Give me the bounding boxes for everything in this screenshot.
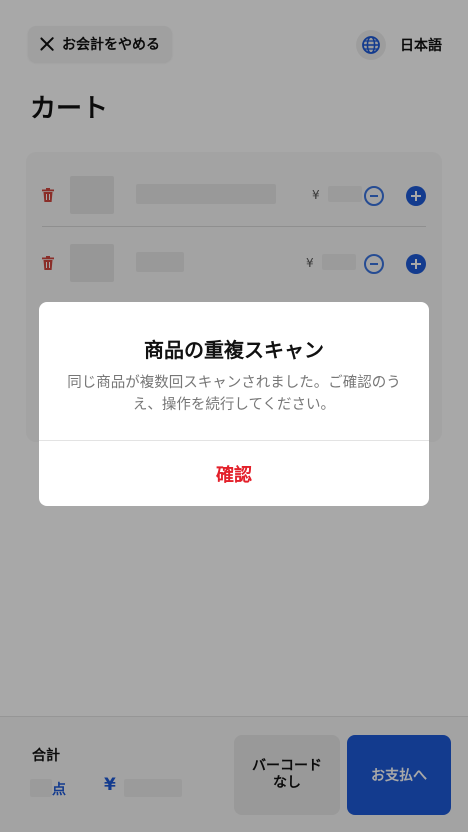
duplicate-scan-dialog: 商品の重複スキャン 同じ商品が複数回スキャンされました。ご確認のうえ、操作を続行… (39, 302, 429, 506)
dialog-title: 商品の重複スキャン (144, 338, 324, 362)
confirm-button[interactable]: 確認 (39, 441, 429, 506)
dialog-message: 同じ商品が複数回スキャンされました。ご確認のうえ、操作を続行してください。 (67, 375, 401, 413)
